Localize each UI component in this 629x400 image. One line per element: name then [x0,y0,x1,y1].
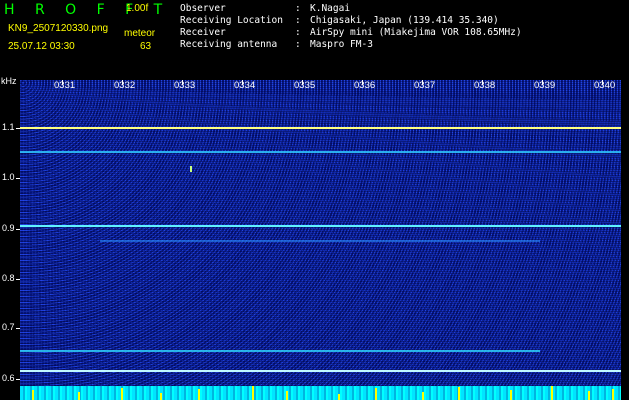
info-value: Maspro FM-3 [310,39,373,50]
time-tick-label: 0337 [414,80,436,91]
observation-info: Observer: K.Nagai Receiving Location: Chig… [180,3,522,51]
meteor-label: meteor [124,28,156,39]
reference-line [100,240,540,242]
y-tick-label: 0.9 [2,223,15,233]
signal-spike [286,391,288,400]
info-key: Receiver [180,27,226,38]
time-tick-label: 0333 [174,80,196,91]
info-value: Chigasaki, Japan (139.414 35.340) [310,15,499,26]
meteor-count: 63 [140,41,152,52]
y-tick-label: 0.8 [2,273,15,283]
y-tick-label: 1.0 [2,172,15,182]
info-key: Observer [180,3,226,14]
info-value: K.Nagai [310,3,351,14]
signal-spike [78,392,80,400]
signal-spike [198,389,200,400]
signal-spike [32,390,34,400]
signal-spike [160,393,162,400]
signal-spike [252,386,254,400]
carrier-line [20,127,621,129]
time-tick-label: 0334 [234,80,256,91]
time-tick-label: 0340 [594,80,616,91]
signal-spike [375,388,377,400]
y-axis-unit: kHz [1,76,17,86]
time-tick-label: 0339 [534,80,556,91]
signal-spike [551,386,553,400]
info-value: AirSpy mini (Miakejima VOR 108.65MHz) [310,27,522,38]
time-tick-label: 0332 [114,80,136,91]
info-row-antenna: Receiving antenna: Maspro FM-3 [180,39,373,50]
signal-spike [338,394,340,400]
info-row-observer: Observer: K.Nagai [180,3,351,14]
spectrogram-plot[interactable] [20,80,621,386]
signal-spike [458,387,460,400]
reference-line [20,225,621,227]
time-tick-label: 0331 [54,80,76,91]
signal-spike [422,392,424,400]
info-row-location: Receiving Location: Chigasaki, Japan (139… [180,15,499,26]
signal-strength-strip [20,386,621,400]
info-key: Receiving Location [180,15,283,26]
info-key: Receiving antenna [180,39,278,50]
y-tick-label: 1.1 [2,122,15,132]
signal-spike [121,388,123,400]
signal-spike [510,390,512,400]
header-panel: H R O F F T 1.00f KN9_2507120330.png met… [0,0,629,80]
meteor-echo [190,166,192,172]
time-tick-label: 0335 [294,80,316,91]
filename-label: KN9_2507120330.png [8,23,109,34]
reference-line [20,350,540,352]
version-label: 1.00f [126,3,149,14]
info-row-receiver: Receiver: AirSpy mini (Miakejima VOR 108.… [180,27,522,38]
y-tick-label: 0.7 [2,322,15,332]
datetime-label: 25.07.12 03:30 [8,41,75,52]
time-tick-label: 0336 [354,80,376,91]
signal-spike [612,389,614,400]
y-tick-label: 0.6 [2,373,15,383]
reference-line [20,370,621,372]
signal-spike [588,391,590,400]
reference-line [20,151,621,153]
time-tick-label: 0338 [474,80,496,91]
